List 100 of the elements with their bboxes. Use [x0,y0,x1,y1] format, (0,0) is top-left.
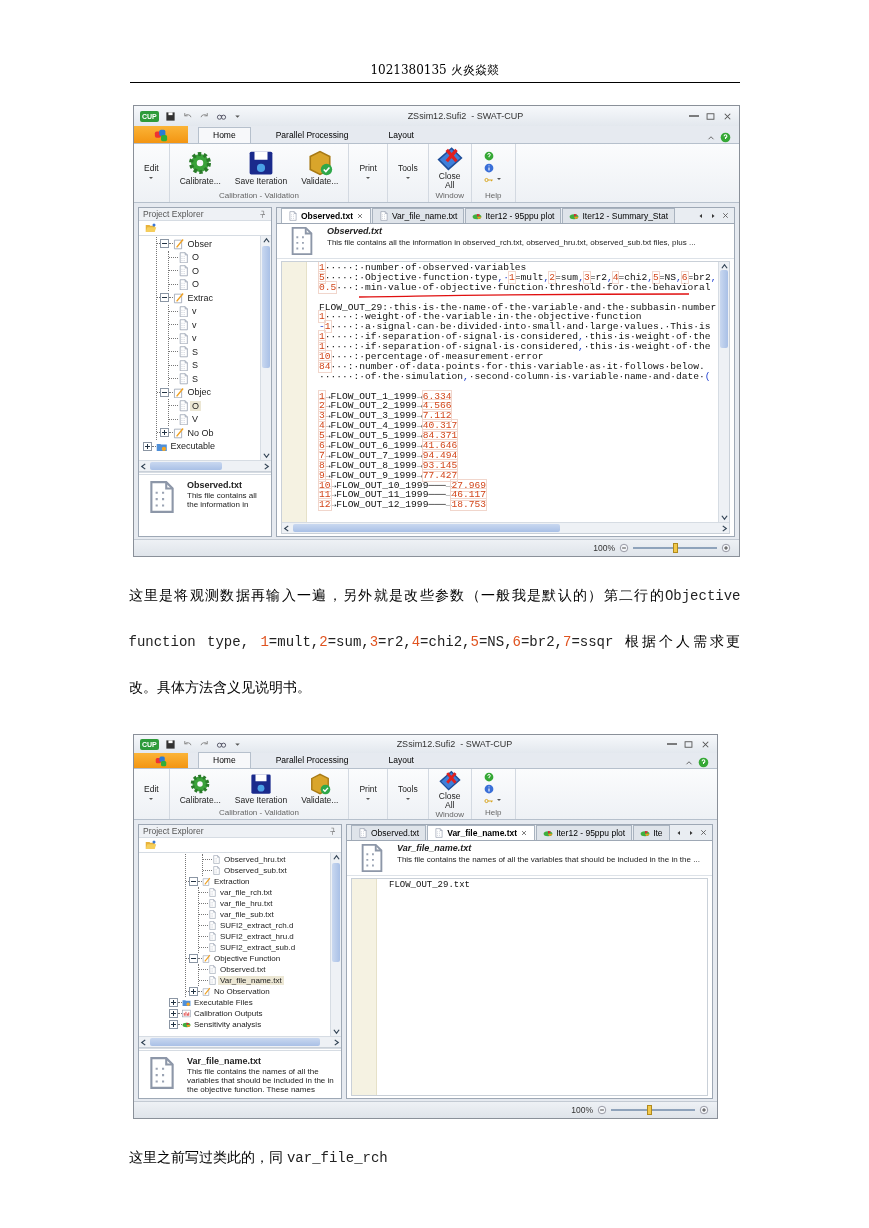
tree-item[interactable]: Calibration Outputs [192,1009,265,1018]
collapse-toggle[interactable] [189,877,198,886]
zoom-slider[interactable] [633,543,717,553]
tree-item[interactable]: Sensitivity analysis [192,1020,264,1029]
ribbon-button[interactable]: Save Iteration [228,144,294,191]
arrow-left-icon[interactable] [140,1038,147,1046]
ribbon-button[interactable]: Validate... [295,769,345,808]
expand-toggle[interactable] [189,987,198,996]
ribbon-menu-button[interactable]: Edit [138,144,165,202]
tree-item[interactable]: var_file_rch.txt [218,888,275,897]
tree-item[interactable]: SUFI2_extract_rch.d [218,921,296,930]
tree-item[interactable]: var_file_sub.txt [218,910,276,919]
scroll-thumb[interactable] [293,524,560,532]
ribbon-menu-button[interactable]: Tools [391,769,424,819]
tree-item[interactable]: var_file_hru.txt [218,899,275,908]
document-tab[interactable]: Var_file_name.txt [371,208,465,223]
vertical-scrollbar[interactable] [718,262,729,522]
document-tab[interactable]: Iter12 - 95ppu plot [536,825,633,840]
ribbon-tab[interactable]: Home [198,752,251,768]
ribbon-button[interactable]: Save Iteration [228,769,294,808]
document-tab[interactable]: Iter12 - 95ppu plot [465,208,562,223]
ribbon-button[interactable]: Validate... [295,144,345,191]
code-line: 1·····:·if·separation·of·signal·is·considered,·this·is·weight·of·the [319,342,712,352]
document-tab[interactable]: Observed.txt [281,208,371,223]
zoom-level: 100% [571,1105,593,1115]
tree-item[interactable]: S [190,373,200,384]
scroll-thumb[interactable] [150,1038,320,1046]
ribbon-tab[interactable]: Layout [373,127,429,143]
tree-item[interactable]: Executable Files [192,998,255,1007]
scroll-thumb[interactable] [720,270,728,348]
expand-toggle[interactable] [160,428,169,438]
document-tab[interactable]: Observed.txt [351,825,427,840]
tree-item[interactable]: Observed_hru.txt [222,855,288,864]
expand-toggle[interactable] [169,1009,178,1018]
scroll-thumb[interactable] [150,462,222,470]
expand-toggle[interactable] [169,1020,178,1029]
ribbon-button[interactable]: Calibrate... [173,769,227,808]
tree-item[interactable]: O [190,279,201,290]
zoom-slider[interactable] [611,1105,695,1115]
ribbon-tab[interactable]: Layout [373,752,429,768]
tree-item[interactable]: Obser [185,238,214,249]
horizontal-scrollbar[interactable] [139,1036,341,1047]
tree-item[interactable]: V [190,414,200,425]
vertical-scrollbar[interactable] [330,853,341,1036]
ribbon-tab[interactable]: Home [198,127,251,143]
arrow-up-icon[interactable] [262,237,270,244]
ribbon-button[interactable]: Close All [432,144,467,191]
ribbon-tab[interactable]: Parallel Processing [260,752,364,768]
ribbon-menu-button[interactable]: Edit [138,769,165,819]
horizontal-scrollbar[interactable] [139,460,271,471]
collapse-toggle[interactable] [160,293,169,303]
tree-item[interactable]: Extrac [185,292,215,303]
ribbon-button[interactable]: Calibrate... [173,144,227,191]
arrow-down-icon[interactable] [332,1028,340,1035]
arrow-left-icon[interactable] [140,462,147,470]
tree-item[interactable]: Observed_sub.txt [222,866,289,875]
tree-item[interactable]: No Observation [212,987,272,996]
tree-item[interactable]: SUFI2_extract_hru.d [218,932,296,941]
scroll-thumb[interactable] [262,245,270,368]
ribbon-menu-button[interactable]: Print [353,144,383,202]
tree-item[interactable]: No Ob [185,427,216,438]
tree-item[interactable]: v [190,306,199,317]
collapse-toggle[interactable] [160,239,169,249]
arrow-left-icon[interactable] [283,524,290,532]
document-tab[interactable]: Var_file_name.txt [427,825,536,840]
tree-item[interactable]: SUFI2_extract_sub.d [218,943,298,952]
tree-item[interactable]: O [190,252,201,263]
ribbon-menu-button[interactable]: Print [353,769,383,819]
horizontal-scrollbar[interactable] [282,522,729,533]
ribbon-tab[interactable]: Parallel Processing [260,127,364,143]
tree-item[interactable]: Objec [185,387,213,398]
collapse-toggle[interactable] [160,387,169,397]
tree-item[interactable]: S [190,346,200,357]
tree-item[interactable]: Var_file_name.txt [218,976,284,985]
tree-item[interactable]: Objective Function [212,954,283,963]
document-tab[interactable]: Ite [633,825,670,840]
tree-item[interactable]: Observed.txt [218,965,268,974]
expand-toggle[interactable] [143,441,152,451]
tree-item[interactable]: S [190,360,200,371]
pie-chart-icon [472,211,483,221]
ribbon-menu-button[interactable]: Tools [391,144,424,202]
tree-item[interactable]: v [190,319,199,330]
tree-item[interactable]: O [190,265,201,276]
arrow-down-icon[interactable] [262,452,270,459]
tree-item[interactable]: Extraction [212,877,252,886]
arrow-right-icon[interactable] [721,524,728,532]
document-tab[interactable]: Iter12 - Summary_Stat [562,208,675,223]
arrow-up-icon[interactable] [720,263,728,270]
tree-item[interactable]: v [190,333,199,344]
ribbon-button[interactable]: Close All [432,769,467,810]
arrow-down-icon[interactable] [720,514,728,521]
expand-toggle[interactable] [169,998,178,1007]
arrow-right-icon[interactable] [333,1038,340,1046]
tree-item[interactable]: O [190,400,201,411]
tree-item[interactable]: Executable [168,441,218,452]
arrow-up-icon[interactable] [332,854,340,861]
collapse-toggle[interactable] [189,954,198,963]
vertical-scrollbar[interactable] [260,236,271,460]
scroll-thumb[interactable] [332,862,340,963]
arrow-right-icon[interactable] [263,462,270,470]
